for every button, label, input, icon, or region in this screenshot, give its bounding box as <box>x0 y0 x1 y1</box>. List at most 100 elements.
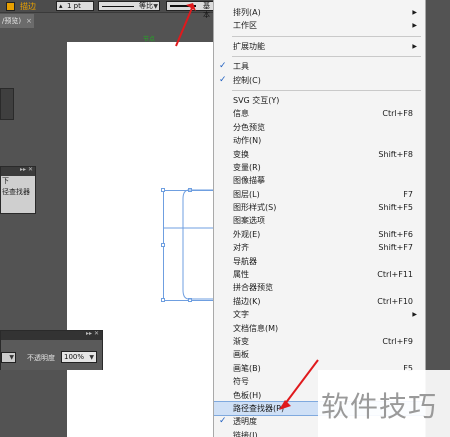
menu-item-label: 图形样式(S) <box>233 203 277 213</box>
control-bar: 描边 ▴ 1 pt 等比 ▼ 基本 <box>0 0 214 19</box>
menu-item-label: 画笔(B) <box>233 363 261 373</box>
menu-item-label: 图案选项 <box>233 216 265 226</box>
menu-item-label: 文字 <box>233 310 249 320</box>
menu-item-label: 对齐 <box>233 243 249 253</box>
menu-item-label: 控制(C) <box>233 75 261 85</box>
menu-item-label: SVG 交互(Y) <box>233 95 280 105</box>
smart-guide-label: 节点 <box>143 36 156 43</box>
menu-item[interactable]: 画板 <box>214 348 425 361</box>
blend-mode-dropdown[interactable]: ▼ <box>1 352 16 363</box>
menu-item-shortcut: Shift+F6 <box>378 229 413 239</box>
menu-item-label: 动作(N) <box>233 136 262 146</box>
panel-row[interactable]: 下 <box>1 176 35 187</box>
menu-item[interactable]: 排列(A) ▶ <box>214 6 425 19</box>
checkmark-icon: ✓ <box>219 61 227 72</box>
menu-item[interactable]: 分色预览 <box>214 121 425 134</box>
watermark-text: 软件技巧 <box>321 390 438 423</box>
stroke-color-swatch[interactable] <box>6 2 15 11</box>
menu-item-label: 路径查找器(P) <box>233 403 285 413</box>
panel-header[interactable]: ▸▸ ✕ <box>1 166 35 176</box>
collapse-icon[interactable]: ▸▸ ✕ <box>20 166 33 173</box>
menu-item[interactable]: ✓ 工具 <box>214 60 425 73</box>
menu-item-label: 信息 <box>233 109 249 119</box>
submenu-arrow-icon: ▶ <box>412 311 417 319</box>
collapse-icon[interactable]: ▸▸ ✕ <box>86 330 99 337</box>
menu-item[interactable]: 渐变 Ctrl+F9 <box>214 335 425 348</box>
opacity-value: 100% <box>64 353 85 361</box>
menu-item-shortcut: Ctrl+F11 <box>377 270 413 280</box>
transparency-panel: ▸▸ ✕ ▼ 不透明度 100% ▼ <box>0 330 103 370</box>
menu-item[interactable]: SVG 交互(Y) <box>214 94 425 107</box>
menu-item-label: 图像描摹 <box>233 176 265 186</box>
menu-item-shortcut: F7 <box>403 189 413 199</box>
menu-item-label: 变换 <box>233 149 249 159</box>
menu-item-label: 画板 <box>233 350 249 360</box>
profile-label: 等比 <box>139 2 153 10</box>
document-tab[interactable]: /预览) × <box>0 14 34 28</box>
brush-label: 基本 <box>203 2 210 19</box>
menu-item-label: 变量(R) <box>233 162 261 172</box>
collapsed-panel[interactable] <box>0 88 14 120</box>
menu-item[interactable]: 文字 ▶ <box>214 308 425 321</box>
menu-item[interactable]: 图案选项 <box>214 214 425 227</box>
document-tab-label: /预览) <box>2 17 22 25</box>
menu-item-shortcut: Ctrl+F8 <box>382 109 413 119</box>
menu-item[interactable]: 工作区 ▶ <box>214 19 425 32</box>
menu-item-label: 扩展功能 <box>233 41 265 51</box>
menu-item-shortcut: Shift+F7 <box>378 243 413 253</box>
menu-item[interactable]: ✓ 控制(C) <box>214 74 425 87</box>
panel-row[interactable]: 径查找器 <box>1 187 35 198</box>
opacity-label: 不透明度 <box>27 354 55 362</box>
stroke-weight-value: 1 pt <box>67 2 81 10</box>
opacity-field[interactable]: 100% ▼ <box>61 351 97 363</box>
checkmark-icon: ✓ <box>219 74 227 85</box>
menu-item[interactable]: 属性 Ctrl+F11 <box>214 268 425 281</box>
menu-item[interactable]: 导航器 <box>214 255 425 268</box>
checkmark-icon: ✓ <box>219 416 227 427</box>
brush-definition-dropdown[interactable]: 基本 <box>166 1 214 19</box>
menu-item-shortcut: Ctrl+F9 <box>382 336 413 346</box>
submenu-arrow-icon: ▶ <box>412 9 417 16</box>
menu-item-label: 渐变 <box>233 336 249 346</box>
menu-item[interactable]: 图层(L) F7 <box>214 188 425 201</box>
menu-item-label: 外观(E) <box>233 229 261 239</box>
menu-item[interactable]: 图像描摹 <box>214 174 425 187</box>
menu-item-shortcut: Shift+F5 <box>378 203 413 213</box>
menu-item-label: 排列(A) <box>233 8 261 17</box>
menu-item-label: 链接(I) <box>233 430 258 437</box>
menu-item[interactable]: 对齐 Shift+F7 <box>214 241 425 254</box>
stepper-icon[interactable]: ▴ <box>59 2 63 11</box>
menu-item-shortcut: Ctrl+F10 <box>377 296 413 306</box>
menu-item-label: 分色预览 <box>233 122 265 132</box>
panel-header[interactable]: ▸▸ ✕ <box>1 330 102 340</box>
menu-separator <box>232 56 421 58</box>
menu-separator <box>232 89 421 91</box>
menu-item[interactable]: 变量(R) <box>214 161 425 174</box>
menu-item[interactable]: 信息 Ctrl+F8 <box>214 107 425 120</box>
menu-item-label: 透明度 <box>233 417 257 427</box>
menu-item-label: 导航器 <box>233 256 257 266</box>
menu-item[interactable]: 拼合器预览 <box>214 281 425 294</box>
menu-item[interactable]: 变换 Shift+F8 <box>214 148 425 161</box>
menu-item[interactable]: 图形样式(S) Shift+F5 <box>214 201 425 214</box>
menu-item[interactable]: 文档信息(M) <box>214 322 425 335</box>
chevron-down-icon[interactable]: ▼ <box>89 352 94 363</box>
submenu-arrow-icon: ▶ <box>412 42 417 50</box>
menu-item-label: 图层(L) <box>233 189 260 199</box>
menu-item-label: 工具 <box>233 62 249 72</box>
menu-item-label: 描边(K) <box>233 296 261 306</box>
menu-item-label: 属性 <box>233 270 249 280</box>
menu-item-label: 拼合器预览 <box>233 283 273 293</box>
close-icon[interactable]: × <box>26 14 32 28</box>
menu-item-label: 工作区 <box>233 21 257 31</box>
menu-item-label: 色板(H) <box>233 390 262 400</box>
menu-item[interactable]: 动作(N) <box>214 134 425 147</box>
stroke-weight-field[interactable]: ▴ 1 pt <box>56 1 94 11</box>
menu-item[interactable]: 描边(K) Ctrl+F10 <box>214 295 425 308</box>
menu-item[interactable]: 扩展功能 ▶ <box>214 40 425 53</box>
variable-width-profile-dropdown[interactable]: 等比 ▼ <box>98 1 160 11</box>
menu-item[interactable]: 外观(E) Shift+F6 <box>214 228 425 241</box>
chevron-down-icon: ▼ <box>153 3 158 10</box>
stroke-label[interactable]: 描边 <box>20 1 36 12</box>
menu-item-label: 文档信息(M) <box>233 323 279 333</box>
